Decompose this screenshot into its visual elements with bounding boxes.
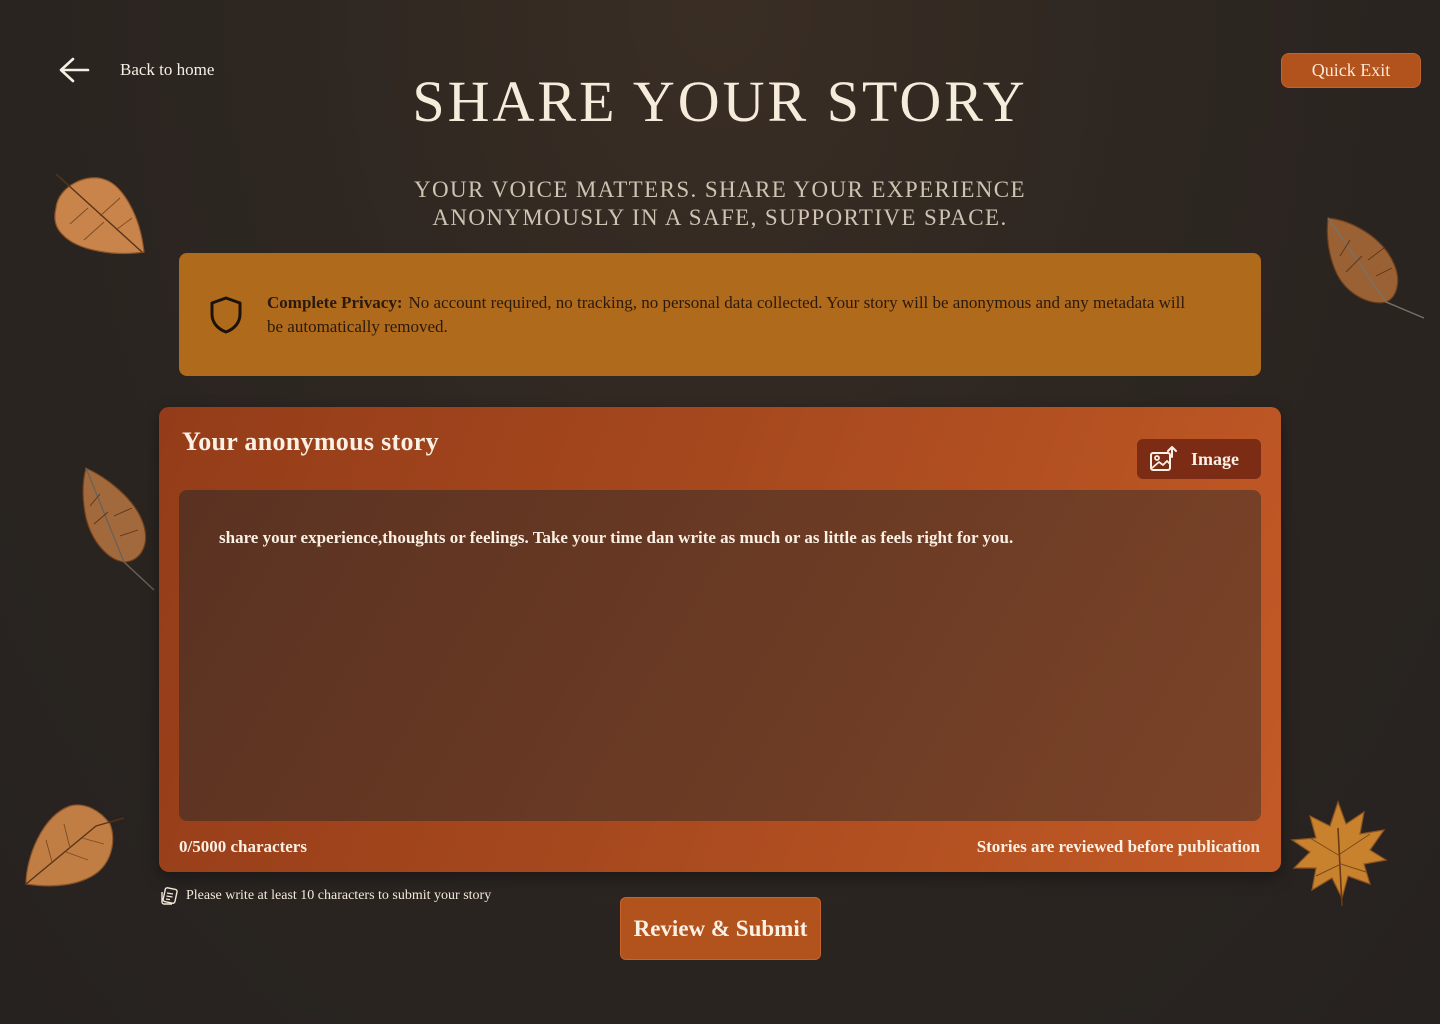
- leaf-decoration-icon: [1326, 217, 1425, 319]
- privacy-description: No account required, no tracking, no per…: [267, 292, 1186, 336]
- maple-leaf-decoration-icon: [1290, 800, 1388, 907]
- review-submit-button[interactable]: Review & Submit: [620, 897, 821, 960]
- shield-icon: [210, 296, 242, 333]
- leaf-decoration-icon: [54, 173, 145, 254]
- privacy-banner: Complete Privacy: No account required, no…: [179, 253, 1261, 376]
- privacy-text: Complete Privacy: No account required, no…: [267, 291, 1197, 339]
- page-subtitle: YOUR VOICE MATTERS. SHARE YOUR EXPERIENC…: [414, 177, 1026, 230]
- image-upload-label: Image: [1191, 448, 1239, 469]
- leaf-decoration-icon: [82, 467, 155, 591]
- story-card-title: Your anonymous story: [182, 427, 439, 456]
- submit-hint-text: Please write at least 10 characters to s…: [186, 888, 492, 903]
- image-upload-button[interactable]: Image: [1137, 439, 1261, 479]
- image-upload-icon: [1150, 446, 1177, 471]
- story-textarea[interactable]: share your experience,thoughts or feelin…: [179, 490, 1261, 821]
- privacy-label: Complete Privacy:: [267, 292, 403, 312]
- leaf-decoration-icon: [25, 804, 125, 887]
- story-placeholder: share your experience,thoughts or feelin…: [219, 528, 1014, 547]
- note-icon: [161, 887, 178, 905]
- review-notice: Stories are reviewed before publication: [976, 837, 1260, 856]
- story-card: Your anonymous story Image share your ex…: [159, 407, 1281, 872]
- character-counter: 0/5000 characters: [179, 837, 307, 856]
- submit-hint: Please write at least 10 characters to s…: [160, 887, 491, 905]
- page-title: SHARE YOUR STORY: [412, 69, 1028, 134]
